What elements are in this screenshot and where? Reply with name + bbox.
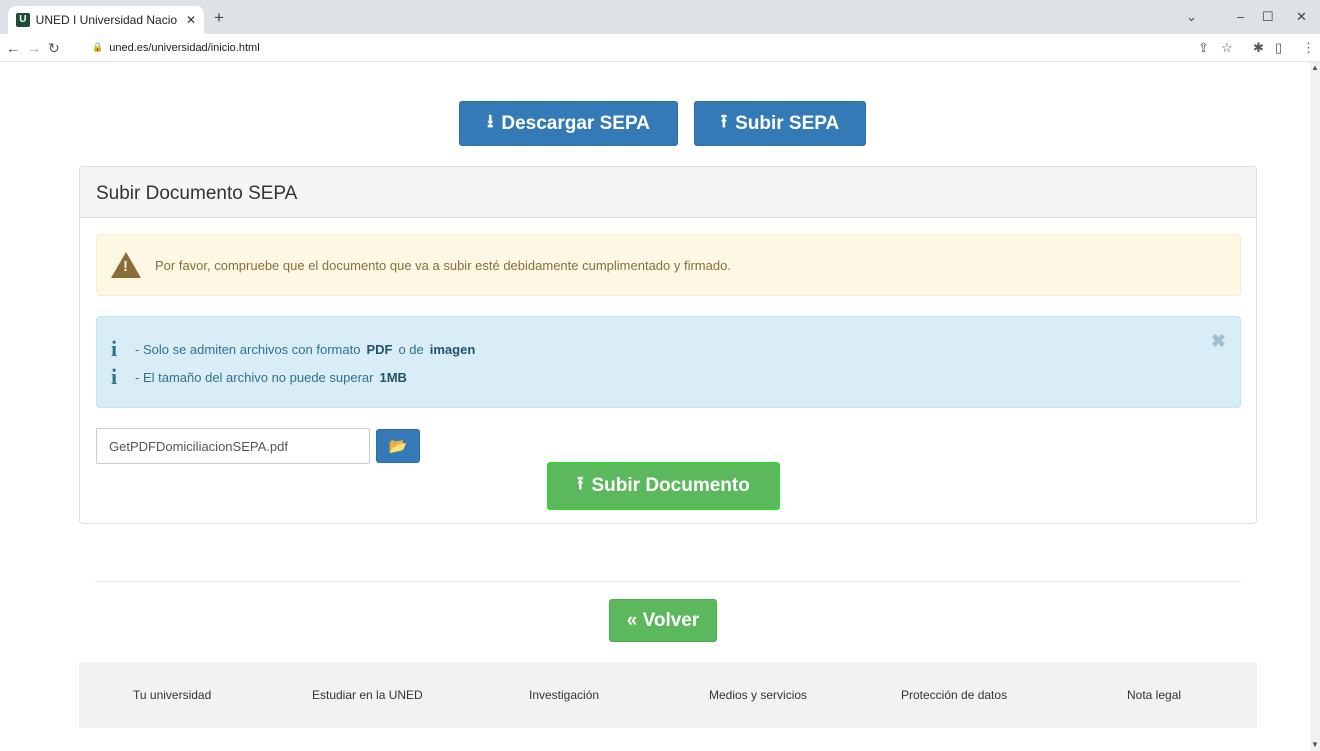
info-format-pdf: PDF (366, 341, 393, 357)
share-icon[interactable]: ⇪ (1198, 40, 1209, 56)
tab-search-chevron-icon[interactable]: ⌄ (1186, 9, 1197, 25)
browse-file-button[interactable]: 📂 (376, 429, 420, 463)
panel-title: Subir Documento SEPA (80, 167, 1256, 218)
file-name-input[interactable]: GetPDFDomiciliacionSEPA.pdf (96, 428, 370, 464)
footer-nav: Tu universidad Estudiar en la UNED Inves… (79, 662, 1257, 728)
upload-panel: Subir Documento SEPA Por favor, comprueb… (79, 166, 1257, 524)
footer-link-estudiar[interactable]: Estudiar en la UNED (312, 688, 423, 702)
lock-icon: 🔒 (92, 42, 104, 52)
info-size-value: 1MB (379, 369, 407, 385)
info-alert: i - Solo se admiten archivos con formato… (96, 316, 1241, 408)
address-bar: ← → ↻ 🔒 uned.es/universidad/inicio.html … (0, 34, 1320, 62)
scroll-down-icon[interactable]: ▼ (1311, 740, 1319, 749)
footer-link-proteccion[interactable]: Protección de datos (901, 688, 1007, 702)
scroll-up-icon[interactable]: ▲ (1311, 63, 1319, 72)
download-sepa-button[interactable]: ⭳ Descargar SEPA (459, 101, 678, 146)
warning-alert: Por favor, compruebe que el documento qu… (96, 234, 1241, 296)
info-format-image: imagen (429, 341, 476, 357)
close-info-icon[interactable]: ✖ (1211, 331, 1226, 352)
page-scrollbar[interactable] (1310, 62, 1320, 751)
info-line-size: i - El tamaño del archivo no puede super… (111, 363, 1240, 391)
tab-close-icon[interactable]: ✕ (186, 13, 196, 27)
info-size-prefix: - El tamaño del archivo no puede superar (135, 369, 374, 385)
extensions-puzzle-icon[interactable]: ✱ (1253, 40, 1264, 56)
info-icon: i (111, 364, 118, 389)
divider (95, 581, 1241, 582)
back-arrow-icon[interactable]: ← (6, 40, 20, 56)
info-line-format: i - Solo se admiten archivos con formato… (111, 335, 1240, 363)
sidepanel-icon[interactable]: ▯ (1275, 40, 1282, 56)
upload-icon: ⭱ (720, 110, 728, 131)
uned-favicon-icon: U (16, 13, 30, 27)
forward-arrow-icon[interactable]: → (27, 40, 41, 56)
submit-document-button[interactable]: ⭱ Subir Documento (547, 462, 780, 510)
footer-link-investigacion[interactable]: Investigación (529, 688, 599, 702)
download-sepa-label: Descargar SEPA (501, 112, 650, 134)
info-format-prefix: - Solo se admiten archivos con formato (135, 341, 361, 357)
browser-tab[interactable]: U UNED I Universidad Nacio ✕ (8, 6, 204, 34)
window-close-icon[interactable]: ✕ (1296, 9, 1307, 25)
tab-title: UNED I Universidad Nacio (35, 13, 178, 27)
info-icon: i (111, 336, 118, 361)
minimize-icon[interactable]: – (1237, 9, 1244, 24)
footer-link-nota-legal[interactable]: Nota legal (1127, 688, 1181, 702)
folder-open-icon: 📂 (388, 438, 408, 455)
back-button[interactable]: « Volver (609, 599, 717, 642)
url-field[interactable]: 🔒 uned.es/universidad/inicio.html (92, 37, 1212, 58)
menu-kebab-icon[interactable]: ⋮ (1302, 40, 1315, 56)
warning-text: Por favor, compruebe que el documento qu… (155, 257, 731, 273)
download-icon: ⭳ (487, 110, 494, 131)
url-text: uned.es/universidad/inicio.html (109, 41, 260, 54)
info-format-middle: o de (398, 341, 424, 357)
reload-icon[interactable]: ↻ (48, 40, 60, 57)
browser-tabbar: U UNED I Universidad Nacio ✕ + ⌄ – ☐ ✕ (0, 0, 1320, 34)
maximize-icon[interactable]: ☐ (1262, 9, 1274, 25)
upload-sepa-label: Subir SEPA (735, 112, 840, 134)
new-tab-icon[interactable]: + (214, 8, 224, 28)
bookmark-star-icon[interactable]: ☆ (1221, 40, 1233, 56)
footer-link-medios[interactable]: Medios y servicios (709, 688, 807, 702)
upload-icon: ⭱ (577, 473, 584, 493)
submit-document-label: Subir Documento (591, 475, 750, 496)
footer-link-tu-universidad[interactable]: Tu universidad (133, 688, 211, 702)
warning-icon (111, 252, 141, 278)
upload-sepa-button[interactable]: ⭱ Subir SEPA (694, 101, 866, 146)
